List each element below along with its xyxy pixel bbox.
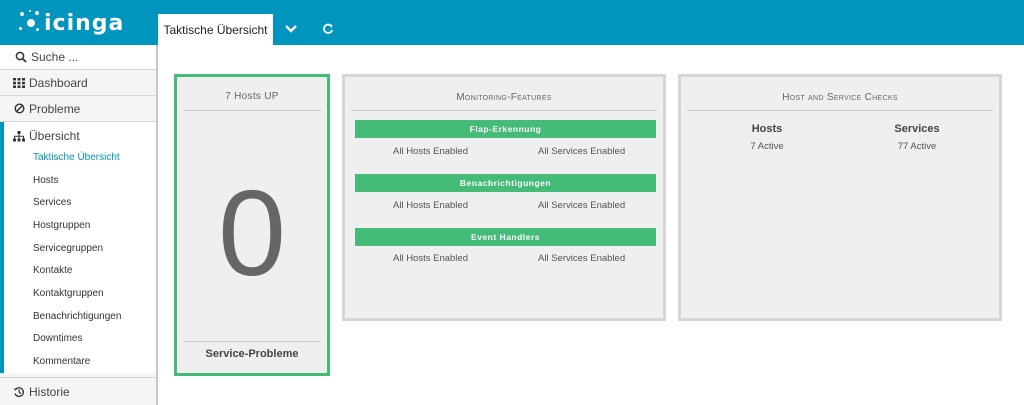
- monitoring-features-panel: Monitoring-Features Flap-Erkennung All H…: [342, 74, 666, 321]
- sidebar-section-uebersicht: Übersicht Taktische Übersicht Hosts Serv…: [0, 122, 156, 373]
- flap-services-status[interactable]: All Services Enabled: [538, 146, 625, 157]
- sidebar-item-dashboard[interactable]: Dashboard: [0, 70, 156, 96]
- feature-notifications[interactable]: Benachrichtigungen: [355, 174, 656, 192]
- search-icon: [14, 50, 28, 64]
- sidebar-item-historie[interactable]: Historie: [0, 377, 156, 405]
- feature-event-handlers[interactable]: Event Handlers: [355, 228, 656, 246]
- checks-panel-title: Host and Service Checks: [782, 92, 898, 103]
- icinga-logo[interactable]: icinga: [18, 8, 138, 38]
- service-problems-count[interactable]: 0: [177, 172, 327, 294]
- services-active-count[interactable]: 77 Active: [827, 141, 1007, 152]
- sidebar-item-services[interactable]: Services: [4, 191, 156, 214]
- tab-taktische-uebersicht[interactable]: Taktische Übersicht: [158, 14, 273, 45]
- logo-mark-icon: [18, 10, 40, 36]
- event-handlers-services-status[interactable]: All Services Enabled: [538, 253, 625, 264]
- logo-text: icinga: [44, 10, 125, 36]
- history-icon: [12, 385, 26, 399]
- service-problems-label: Service-Probleme: [205, 348, 299, 360]
- sidebar-item-hosts[interactable]: Hosts: [4, 169, 156, 192]
- divider: [687, 110, 993, 111]
- sidebar-item-label: Historie: [29, 384, 70, 399]
- sidebar-item-benachrichtigungen[interactable]: Benachrichtigungen: [4, 305, 156, 328]
- sidebar-item-taktische-uebersicht[interactable]: Taktische Übersicht: [4, 146, 156, 169]
- search-input[interactable]: Suche ...: [0, 45, 156, 70]
- sidebar-item-kommentare[interactable]: Kommentare: [4, 350, 156, 373]
- sidebar-item-label: Dashboard: [29, 75, 88, 90]
- sidebar-item-uebersicht[interactable]: Übersicht: [4, 126, 156, 146]
- sidebar-item-downtimes[interactable]: Downtimes: [4, 328, 156, 351]
- sidebar-item-probleme[interactable]: Probleme: [0, 96, 156, 122]
- sidebar-item-kontaktgruppen[interactable]: Kontaktgruppen: [4, 282, 156, 305]
- chevron-down-icon[interactable]: [283, 21, 299, 37]
- sidebar-item-kontakte[interactable]: Kontakte: [4, 259, 156, 282]
- notifications-services-status[interactable]: All Services Enabled: [538, 200, 625, 211]
- flap-hosts-status[interactable]: All Hosts Enabled: [393, 146, 468, 157]
- divider: [351, 110, 657, 111]
- hosts-up-panel[interactable]: 7 Hosts UP 0 Service-Probleme: [174, 74, 330, 376]
- ban-icon: [12, 102, 26, 116]
- sidebar-item-label: Übersicht: [29, 129, 80, 143]
- tab-label: Taktische Übersicht: [163, 22, 268, 37]
- sidebar-item-hostgruppen[interactable]: Hostgruppen: [4, 214, 156, 237]
- event-handlers-hosts-status[interactable]: All Hosts Enabled: [393, 253, 468, 264]
- sidebar-item-label: Probleme: [29, 101, 81, 116]
- feature-flap-detection[interactable]: Flap-Erkennung: [355, 120, 656, 138]
- top-bar: icinga Taktische Übersicht: [0, 0, 1024, 45]
- divider: [183, 341, 321, 342]
- hosts-panel-title: 7 Hosts UP: [225, 91, 279, 102]
- grid-icon: [12, 76, 26, 90]
- monitoring-panel-title: Monitoring-Features: [456, 92, 552, 103]
- refresh-icon[interactable]: [320, 21, 336, 37]
- sidebar: Suche ... Dashboard Probleme Übersicht T…: [0, 45, 158, 405]
- sidebar-item-servicegruppen[interactable]: Servicegruppen: [4, 237, 156, 260]
- host-service-checks-panel: Host and Service Checks Hosts 7 Active S…: [678, 74, 1002, 321]
- notifications-hosts-status[interactable]: All Hosts Enabled: [393, 200, 468, 211]
- divider: [183, 110, 321, 111]
- services-checks-label: Services: [894, 123, 940, 135]
- search-placeholder: Suche ...: [31, 50, 79, 64]
- sitemap-icon: [12, 129, 26, 143]
